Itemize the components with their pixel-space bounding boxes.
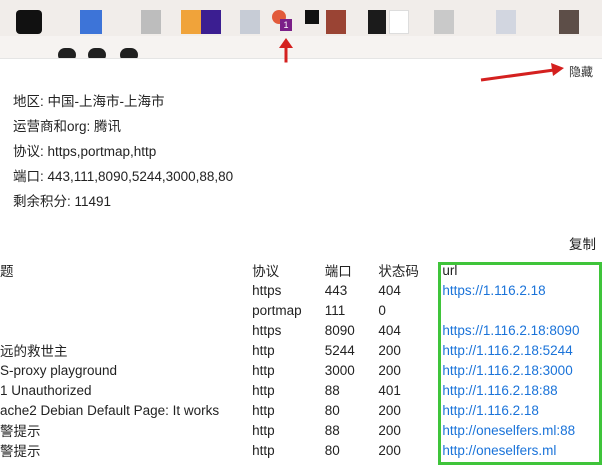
- cell-title: [0, 280, 252, 300]
- bookmark-icon[interactable]: [305, 10, 319, 24]
- url-column-highlight: [438, 262, 602, 465]
- cell-title: ache2 Debian Default Page: It works: [0, 402, 220, 418]
- cell-title: 警提示: [0, 444, 41, 459]
- region-text: 地区: 中国-上海市-上海市: [13, 94, 165, 109]
- bookmark-icon[interactable]: [368, 10, 386, 34]
- arrow-head-icon: [279, 38, 293, 48]
- ports-text: 端口: 443,111,8090,5244,3000,88,80: [13, 169, 234, 184]
- cell-status: 404: [378, 282, 401, 298]
- protocols-text: 协议: https,portmap,http: [13, 144, 157, 159]
- cell-title: 远的救世主: [0, 344, 68, 359]
- cell-port: 88: [324, 382, 340, 398]
- cell-title: [0, 320, 252, 340]
- cell-status: 200: [378, 362, 401, 378]
- cell-title: [0, 300, 252, 320]
- isp-text: 运营商和org: 腾讯: [13, 119, 122, 134]
- cell-protocol: portmap: [252, 302, 302, 318]
- cell-protocol: http: [252, 402, 275, 418]
- bookmark-icon[interactable]: [389, 10, 409, 34]
- cell-title: 1 Unauthorized: [0, 382, 92, 398]
- bookmark-icon[interactable]: [181, 10, 201, 34]
- bookmark-icon[interactable]: [240, 10, 260, 34]
- cell-port: 443: [324, 282, 348, 298]
- cell-port: 88: [324, 422, 340, 438]
- cell-protocol: http: [252, 442, 275, 458]
- copy-button[interactable]: 复制: [569, 233, 596, 253]
- cell-status: 404: [378, 322, 401, 338]
- arrow-right-icon: [480, 63, 564, 82]
- cell-status: 200: [378, 422, 401, 438]
- cell-status: 0: [378, 302, 386, 318]
- header-port: 端口: [324, 264, 352, 279]
- browser-toolbar: 1: [0, 0, 602, 36]
- cell-protocol: http: [252, 342, 275, 358]
- cell-port: 3000: [324, 362, 355, 378]
- cell-title: 警提示: [0, 424, 41, 439]
- cell-port: 80: [324, 402, 340, 418]
- header-protocol: 协议: [252, 264, 280, 279]
- cell-status: 401: [378, 382, 401, 398]
- cell-port: 111: [324, 302, 346, 318]
- cell-protocol: https: [252, 282, 282, 298]
- cell-protocol: http: [252, 362, 275, 378]
- header-status: 状态码: [378, 264, 419, 279]
- cell-port: 8090: [324, 322, 355, 338]
- cell-status: 200: [378, 342, 401, 358]
- cell-protocol: http: [252, 422, 275, 438]
- cell-title: S-proxy playground: [0, 362, 118, 378]
- bookmark-icon[interactable]: [434, 10, 454, 34]
- hide-button[interactable]: 隐藏: [569, 63, 593, 80]
- bookmark-icon[interactable]: [559, 10, 579, 34]
- bookmark-icon[interactable]: [496, 10, 516, 34]
- cell-status: 200: [378, 402, 401, 418]
- header-title: 题: [0, 264, 14, 279]
- cell-protocol: https: [252, 322, 282, 338]
- bookmark-icon[interactable]: [141, 10, 161, 34]
- bookmark-icon[interactable]: [16, 10, 42, 34]
- cell-protocol: http: [252, 382, 275, 398]
- extension-badge: 1: [280, 19, 292, 31]
- bookmark-icon[interactable]: [326, 10, 346, 34]
- bookmark-icon[interactable]: [80, 10, 102, 34]
- cell-port: 80: [324, 442, 340, 458]
- credits-text: 剩余积分: 11491: [13, 194, 112, 209]
- cell-port: 5244: [324, 342, 355, 358]
- cell-status: 200: [378, 442, 401, 458]
- bookmark-icon[interactable]: [201, 10, 221, 34]
